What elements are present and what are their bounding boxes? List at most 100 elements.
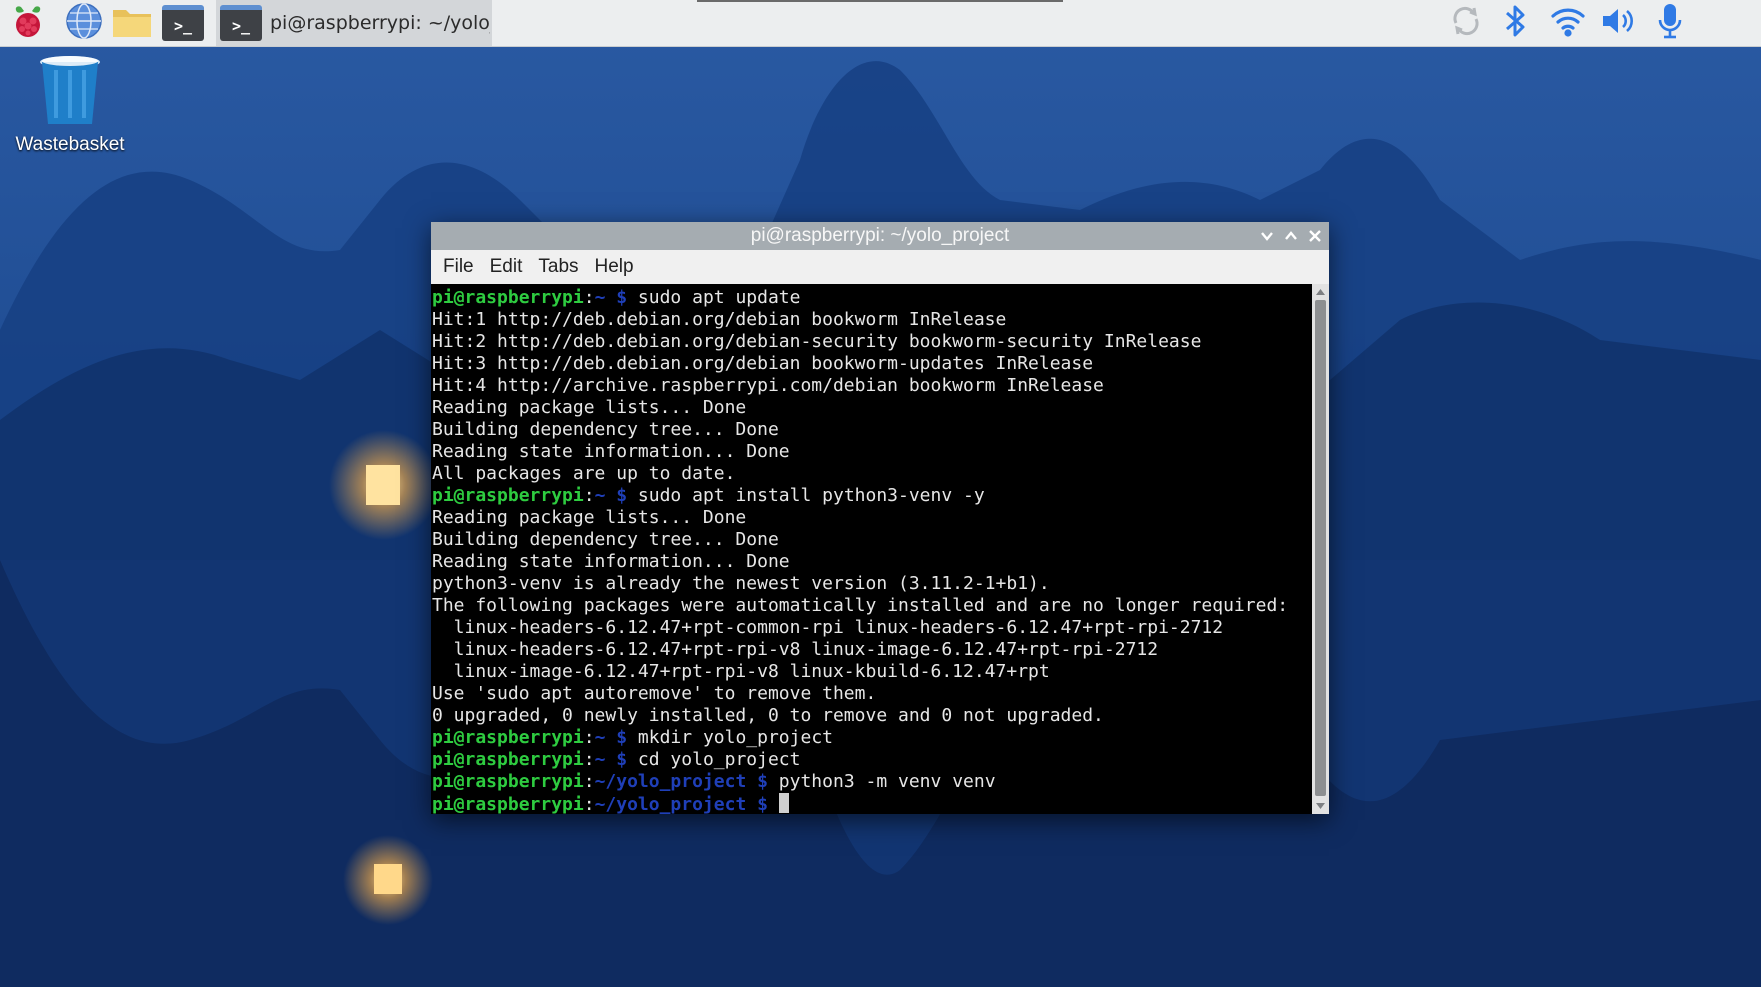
prompt-path: ~ $ (594, 727, 638, 748)
bluetooth-tray-button[interactable] (1496, 4, 1536, 42)
output-line: Building dependency tree... Done (432, 529, 1311, 551)
command-line: pi@raspberrypi:~ $ mkdir yolo_project (432, 727, 1311, 749)
window-titlebar[interactable]: pi@raspberrypi: ~/yolo_project (431, 222, 1329, 250)
web-browser-button[interactable] (62, 3, 106, 43)
output-text: Reading package lists... Done (432, 507, 747, 528)
prompt-separator: : (583, 485, 595, 506)
output-line: linux-headers-6.12.47+rpt-common-rpi lin… (432, 617, 1311, 639)
output-text: Hit:4 http://archive.raspberrypi.com/deb… (432, 375, 1104, 396)
file-manager-icon (110, 1, 154, 45)
menu-tabs[interactable]: Tabs (532, 254, 584, 280)
wastebasket-label: Wastebasket (15, 134, 125, 155)
prompt-path: ~ $ (594, 485, 638, 506)
web-browser-icon (64, 1, 104, 45)
output-line: All packages are up to date. (432, 463, 1311, 485)
bluetooth-icon (1502, 2, 1530, 44)
volume-tray-button[interactable] (1598, 4, 1638, 42)
arrow-down-icon (1316, 803, 1325, 809)
output-text: Hit:2 http://deb.debian.org/debian-secur… (432, 331, 1202, 352)
prompt-separator: : (583, 771, 595, 792)
scroll-down-button[interactable] (1312, 800, 1329, 812)
output-line: Use 'sudo apt autoremove' to remove them… (432, 683, 1311, 705)
chevron-down-icon (1261, 232, 1273, 241)
prompt-separator: : (583, 794, 595, 815)
sync-icon (1448, 3, 1484, 43)
wifi-icon (1550, 4, 1586, 42)
prompt-path: ~ $ (594, 287, 638, 308)
terminal-icon: >_ (220, 5, 262, 41)
command-text: cd yolo_project (637, 749, 801, 770)
sync-tray-button[interactable] (1446, 4, 1486, 42)
menu-bar: File Edit Tabs Help (431, 250, 1329, 284)
prompt-path: ~/yolo_project $ (594, 771, 779, 792)
scroll-up-button[interactable] (1312, 286, 1329, 298)
output-line: Building dependency tree... Done (432, 419, 1311, 441)
output-text: Hit:1 http://deb.debian.org/debian bookw… (432, 309, 1007, 330)
menu-edit[interactable]: Edit (484, 254, 529, 280)
prompt-user: pi@raspberrypi (432, 485, 584, 506)
volume-icon (1599, 4, 1637, 42)
terminal-launcher-button[interactable]: >_ (161, 3, 205, 43)
output-text: linux-headers-6.12.47+rpt-common-rpi lin… (432, 617, 1224, 638)
file-manager-button[interactable] (110, 3, 154, 43)
command-text: sudo apt install python3-venv -y (637, 485, 985, 506)
prompt-user: pi@raspberrypi (432, 794, 584, 815)
output-line: 0 upgraded, 0 newly installed, 0 to remo… (432, 705, 1311, 727)
terminal-area[interactable]: pi@raspberrypi:~ $ sudo apt update Hit:1 … (431, 284, 1329, 815)
maximize-button[interactable] (1281, 226, 1301, 246)
output-line: Hit:2 http://deb.debian.org/debian-secur… (432, 331, 1311, 353)
minimize-button[interactable] (1257, 226, 1277, 246)
wifi-tray-button[interactable] (1548, 4, 1588, 42)
output-line: The following packages were automaticall… (432, 595, 1311, 617)
command-text: sudo apt update (637, 287, 801, 308)
command-line: pi@raspberrypi:~/yolo_project $ (432, 793, 1311, 815)
output-text: Reading state information... Done (432, 441, 790, 462)
output-line: linux-headers-6.12.47+rpt-rpi-v8 linux-i… (432, 639, 1311, 661)
output-text: Building dependency tree... Done (432, 529, 779, 550)
output-line: Hit:4 http://archive.raspberrypi.com/deb… (432, 375, 1311, 397)
output-text: All packages are up to date. (432, 463, 736, 484)
output-text: Hit:3 http://deb.debian.org/debian bookw… (432, 353, 1094, 374)
output-line: python3-venv is already the newest versi… (432, 573, 1311, 595)
close-button[interactable] (1305, 226, 1325, 246)
output-text: Use 'sudo apt autoremove' to remove them… (432, 683, 877, 704)
window-controls (1257, 222, 1325, 250)
scrollbar-thumb[interactable] (1315, 300, 1326, 796)
prompt-user: pi@raspberrypi (432, 771, 584, 792)
taskbar: >_ >_ pi@raspberrypi: ~/yolo_... (0, 0, 1761, 47)
output-line: Reading state information... Done (432, 441, 1311, 463)
task-label: pi@raspberrypi: ~/yolo_... (270, 12, 490, 34)
command-text: python3 -m venv venv (778, 771, 996, 792)
terminal-window: pi@raspberrypi: ~/yolo_project File Edit… (431, 222, 1329, 815)
wastebasket-desktop-icon[interactable]: Wastebasket (6, 52, 134, 156)
output-text: Reading state information... Done (432, 551, 790, 572)
command-line: pi@raspberrypi:~ $ sudo apt install pyth… (432, 485, 1311, 507)
output-line: Hit:1 http://deb.debian.org/debian bookw… (432, 309, 1311, 331)
arrow-up-icon (1316, 289, 1325, 295)
terminal-output: pi@raspberrypi:~ $ sudo apt update Hit:1 … (432, 287, 1311, 815)
output-line: linux-image-6.12.47+rpt-rpi-v8 linux-kbu… (432, 661, 1311, 683)
prompt-path: ~ $ (594, 749, 638, 770)
microphone-tray-button[interactable] (1650, 4, 1690, 42)
prompt-separator: : (583, 749, 595, 770)
prompt-user: pi@raspberrypi (432, 287, 584, 308)
output-line: Reading state information... Done (432, 551, 1311, 573)
prompt-separator: : (583, 287, 595, 308)
text-cursor (778, 793, 789, 813)
scrollbar[interactable] (1312, 284, 1329, 814)
chevron-up-icon (1285, 231, 1297, 240)
raspberry-menu-icon (8, 1, 48, 45)
window-title: pi@raspberrypi: ~/yolo_project (750, 225, 1010, 246)
close-icon (1309, 230, 1321, 242)
raspberry-menu-button[interactable] (6, 3, 50, 43)
menu-help[interactable]: Help (589, 254, 640, 280)
command-text: mkdir yolo_project (637, 727, 833, 748)
output-text: Building dependency tree... Done (432, 419, 779, 440)
prompt-user: pi@raspberrypi (432, 749, 584, 770)
menu-file[interactable]: File (437, 254, 480, 280)
output-text: python3-venv is already the newest versi… (432, 573, 1050, 594)
output-text: The following packages were automaticall… (432, 595, 1289, 616)
output-text: linux-image-6.12.47+rpt-rpi-v8 linux-kbu… (432, 661, 1050, 682)
terminal-icon: >_ (162, 5, 204, 41)
taskbar-terminal-task[interactable]: >_ pi@raspberrypi: ~/yolo_... (216, 0, 492, 46)
